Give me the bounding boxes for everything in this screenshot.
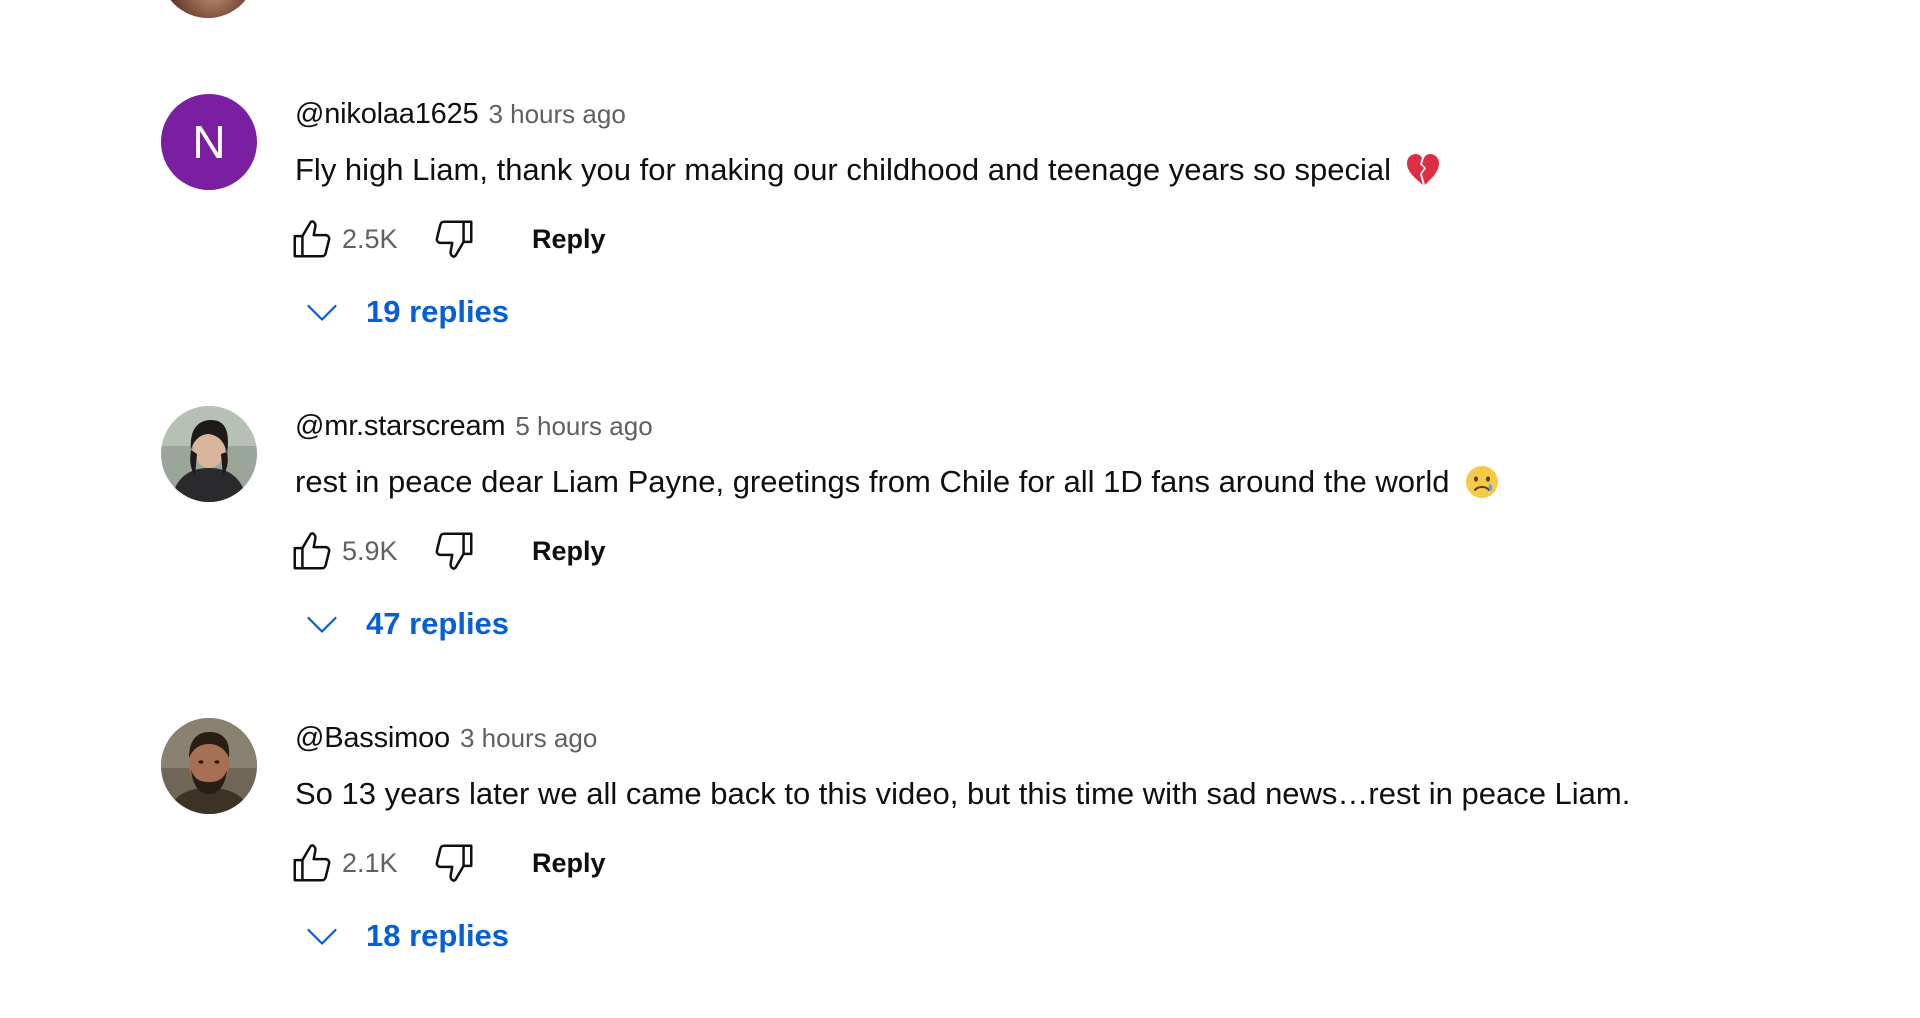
like-count: 5.9K: [342, 535, 398, 566]
comment-thread: N @nikolaa1625 3 hours ago Fly high Liam…: [0, 94, 1920, 394]
comment-author[interactable]: @mr.starscream: [295, 410, 506, 443]
chevron-down-icon: [300, 602, 344, 646]
chevron-down-icon: [300, 290, 344, 334]
thumb-up-icon: [293, 844, 331, 882]
comment-author[interactable]: @nikolaa1625: [295, 98, 479, 131]
crying-face-emoji: [1464, 464, 1500, 500]
dislike-button[interactable]: [430, 527, 478, 575]
dislike-button[interactable]: [430, 215, 478, 263]
reply-button[interactable]: Reply: [528, 218, 610, 261]
comment-thread: @mr.starscream 5 hours ago rest in peace…: [0, 406, 1920, 706]
replies-count-label: 19 replies: [366, 294, 510, 329]
view-replies-button[interactable]: 18 replies: [300, 914, 509, 958]
avatar[interactable]: N: [161, 94, 257, 190]
like-button[interactable]: [288, 839, 336, 887]
comment-author[interactable]: @Bassimoo: [295, 722, 450, 755]
comment-text: rest in peace dear Liam Payne, greetings…: [295, 462, 1500, 502]
reply-button[interactable]: Reply: [528, 842, 610, 885]
comment-actions: 2.1K Reply: [288, 839, 610, 887]
previous-comment-avatar[interactable]: [160, 0, 256, 18]
comment-timestamp[interactable]: 5 hours ago: [515, 411, 652, 442]
comment-header: @mr.starscream 5 hours ago: [295, 410, 653, 446]
avatar[interactable]: [161, 718, 257, 814]
comment-actions: 5.9K Reply: [288, 527, 610, 575]
comment-text-content: rest in peace dear Liam Payne, greetings…: [295, 464, 1450, 499]
avatar-letter: N: [192, 116, 226, 168]
replies-count-label: 18 replies: [366, 918, 510, 953]
thumb-down-icon: [435, 220, 473, 258]
chevron-down-icon: [300, 914, 344, 958]
reply-button[interactable]: Reply: [528, 530, 610, 573]
thumb-up-icon: [293, 532, 331, 570]
comment-text-content: Fly high Liam, thank you for making our …: [295, 152, 1391, 187]
comment-text-content: So 13 years later we all came back to th…: [295, 776, 1631, 811]
broken-heart-emoji: [1405, 152, 1441, 188]
comment-timestamp[interactable]: 3 hours ago: [460, 723, 597, 754]
thumb-up-icon: [293, 220, 331, 258]
comment-thread: @Bassimoo 3 hours ago So 13 years later …: [0, 718, 1920, 1018]
comment-text: So 13 years later we all came back to th…: [295, 774, 1630, 814]
comment-timestamp[interactable]: 3 hours ago: [488, 99, 625, 130]
dislike-button[interactable]: [430, 839, 478, 887]
like-count: 2.5K: [342, 223, 398, 254]
comment-header: @nikolaa1625 3 hours ago: [295, 98, 626, 134]
thumb-down-icon: [435, 844, 473, 882]
like-button[interactable]: [288, 215, 336, 263]
comment-actions: 2.5K Reply: [288, 215, 610, 263]
view-replies-button[interactable]: 47 replies: [300, 602, 509, 646]
comment-header: @Bassimoo 3 hours ago: [295, 722, 597, 758]
view-replies-button[interactable]: 19 replies: [300, 290, 509, 334]
like-count: 2.1K: [342, 847, 398, 878]
avatar[interactable]: [161, 406, 257, 502]
thumb-down-icon: [435, 532, 473, 570]
replies-count-label: 47 replies: [366, 606, 510, 641]
like-button[interactable]: [288, 527, 336, 575]
comment-text: Fly high Liam, thank you for making our …: [295, 150, 1441, 190]
